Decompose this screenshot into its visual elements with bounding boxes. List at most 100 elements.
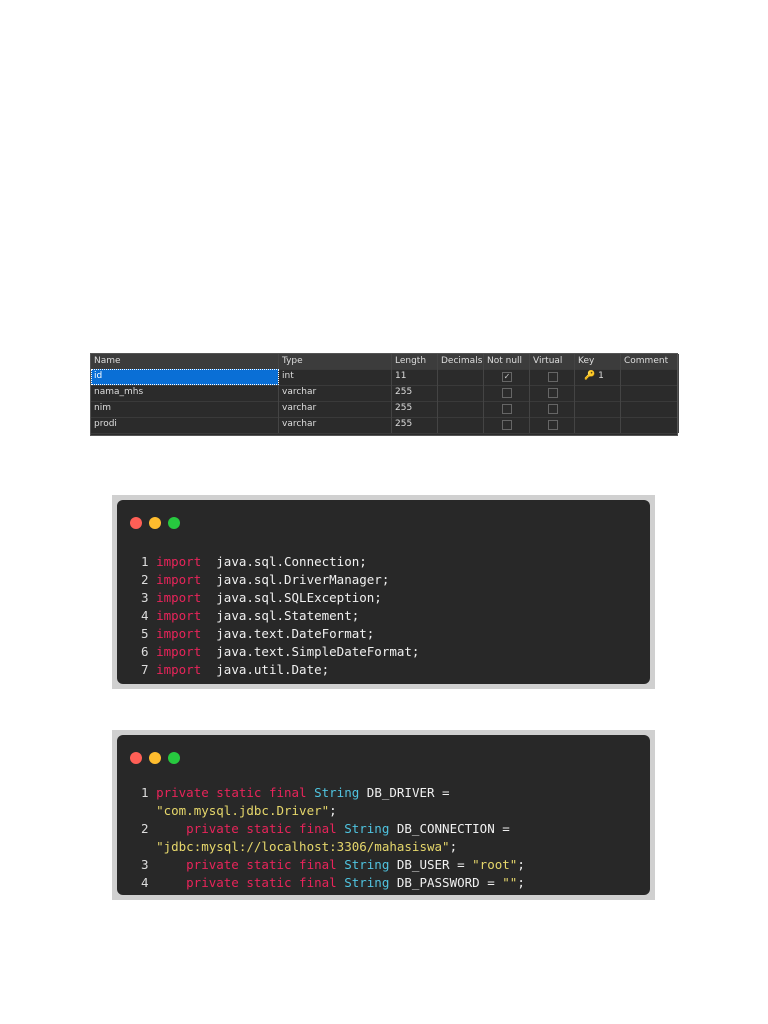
code-text: java.text.SimpleDateFormat; <box>201 644 420 659</box>
code-line: 7 import java.util.Date; <box>141 661 419 679</box>
cell-name[interactable]: nim <box>91 401 279 417</box>
not-null-checkbox[interactable] <box>502 420 512 430</box>
cell-type[interactable]: varchar <box>279 385 392 401</box>
code-line: "jdbc:mysql://localhost:3306/mahasiswa"; <box>141 838 525 856</box>
not-null-checkbox[interactable]: ✓ <box>502 372 512 382</box>
cell-virtual[interactable] <box>530 369 575 385</box>
line-number: 1 <box>141 554 157 569</box>
code-text: DB_CONNECTION = <box>389 821 510 836</box>
keyword-token: import <box>156 572 202 587</box>
cell-length[interactable]: 255 <box>392 417 438 433</box>
table-row[interactable]: id int 11 ✓ 🔑 1 <box>91 369 679 386</box>
cell-name[interactable]: prodi <box>91 417 279 433</box>
code-text: ; <box>449 839 458 854</box>
column-header-virtual[interactable]: Virtual <box>530 354 575 369</box>
line-number: 2 <box>141 572 157 587</box>
virtual-checkbox[interactable] <box>548 420 558 430</box>
keyword-token: import <box>156 626 202 641</box>
column-header-key[interactable]: Key <box>575 354 621 369</box>
column-header-length[interactable]: Length <box>392 354 438 369</box>
code-text: java.sql.SQLException; <box>201 590 382 605</box>
table-row[interactable]: prodi varchar 255 <box>91 417 679 434</box>
cell-comment[interactable] <box>621 369 679 385</box>
cell-length[interactable]: 255 <box>392 401 438 417</box>
not-null-checkbox[interactable] <box>502 388 512 398</box>
virtual-checkbox[interactable] <box>548 404 558 414</box>
cell-type[interactable]: varchar <box>279 401 392 417</box>
table-row[interactable]: nama_mhs varchar 255 <box>91 385 679 402</box>
code-line: "com.mysql.jdbc.Driver"; <box>141 802 525 820</box>
cell-type[interactable]: varchar <box>279 417 392 433</box>
type-token: String <box>344 875 390 890</box>
cell-decimals[interactable] <box>438 385 484 401</box>
code-line: 3 import java.sql.SQLException; <box>141 589 419 607</box>
key-icon: 🔑 <box>584 371 596 381</box>
string-token: "com.mysql.jdbc.Driver" <box>156 803 330 818</box>
column-header-comment[interactable]: Comment <box>621 354 679 369</box>
cell-virtual[interactable] <box>530 401 575 417</box>
cell-virtual[interactable] <box>530 385 575 401</box>
cell-not-null[interactable] <box>484 385 530 401</box>
line-number: 2 <box>141 821 187 836</box>
cell-name[interactable]: nama_mhs <box>91 385 279 401</box>
line-number: 6 <box>141 644 157 659</box>
cell-virtual[interactable] <box>530 417 575 433</box>
virtual-checkbox[interactable] <box>548 388 558 398</box>
code-text: ; <box>517 857 525 872</box>
code-text: DB_DRIVER = <box>359 785 450 800</box>
table-header-row: Name Type Length Decimals Not null Virtual Key… <box>91 354 679 370</box>
cell-type[interactable]: int <box>279 369 392 385</box>
virtual-checkbox[interactable] <box>548 372 558 382</box>
cell-length[interactable]: 11 <box>392 369 438 385</box>
cell-comment[interactable] <box>621 385 679 401</box>
keyword-token: import <box>156 554 202 569</box>
code-line: 2 import java.sql.DriverManager; <box>141 571 419 589</box>
maximize-dot-icon <box>168 517 180 529</box>
not-null-checkbox[interactable] <box>502 404 512 414</box>
column-header-not-null[interactable]: Not null <box>484 354 530 369</box>
cell-decimals[interactable] <box>438 401 484 417</box>
code-text: java.sql.Connection; <box>201 554 367 569</box>
column-header-type[interactable]: Type <box>279 354 392 369</box>
table-structure-grid: Name Type Length Decimals Not null Virtual Key… <box>90 353 679 436</box>
line-number: 3 <box>141 590 157 605</box>
cell-comment[interactable] <box>621 401 679 417</box>
keyword-token: private static final <box>186 821 345 836</box>
code-line: 5 import java.text.DateFormat; <box>141 625 419 643</box>
cell-decimals[interactable] <box>438 369 484 385</box>
keyword-token: import <box>156 662 202 677</box>
column-header-decimals[interactable]: Decimals <box>438 354 484 369</box>
cell-decimals[interactable] <box>438 417 484 433</box>
code-text: java.sql.DriverManager; <box>201 572 390 587</box>
code-line: 4 import java.sql.Statement; <box>141 607 419 625</box>
line-number: 1 <box>141 785 157 800</box>
code-line: 6 import java.text.SimpleDateFormat; <box>141 643 419 661</box>
line-number: 5 <box>141 626 157 641</box>
keyword-token: private static final <box>156 785 315 800</box>
type-token: String <box>344 857 390 872</box>
keyword-token: import <box>156 608 202 623</box>
cell-not-null[interactable] <box>484 417 530 433</box>
code-line: 1 import java.sql.Connection; <box>141 553 419 571</box>
string-token: "" <box>502 875 518 890</box>
code-text: java.util.Date; <box>201 662 330 677</box>
cell-not-null[interactable]: ✓ <box>484 369 530 385</box>
close-dot-icon <box>130 517 142 529</box>
code-window-constants: 1 private static final String DB_DRIVER … <box>112 730 655 900</box>
cell-key[interactable] <box>575 417 621 433</box>
keyword-token: import <box>156 590 202 605</box>
code-text: DB_PASSWORD = <box>389 875 503 890</box>
cell-name[interactable]: id <box>91 369 279 385</box>
table-row[interactable]: nim varchar 255 <box>91 401 679 418</box>
cell-key[interactable] <box>575 385 621 401</box>
code-text: ; <box>329 803 337 818</box>
cell-comment[interactable] <box>621 417 679 433</box>
cell-key[interactable]: 🔑 1 <box>575 369 621 385</box>
code-text: java.text.DateFormat; <box>201 626 375 641</box>
cell-not-null[interactable] <box>484 401 530 417</box>
line-number: 4 <box>141 608 157 623</box>
column-header-name[interactable]: Name <box>91 354 279 369</box>
cell-key[interactable] <box>575 401 621 417</box>
cell-length[interactable]: 255 <box>392 385 438 401</box>
